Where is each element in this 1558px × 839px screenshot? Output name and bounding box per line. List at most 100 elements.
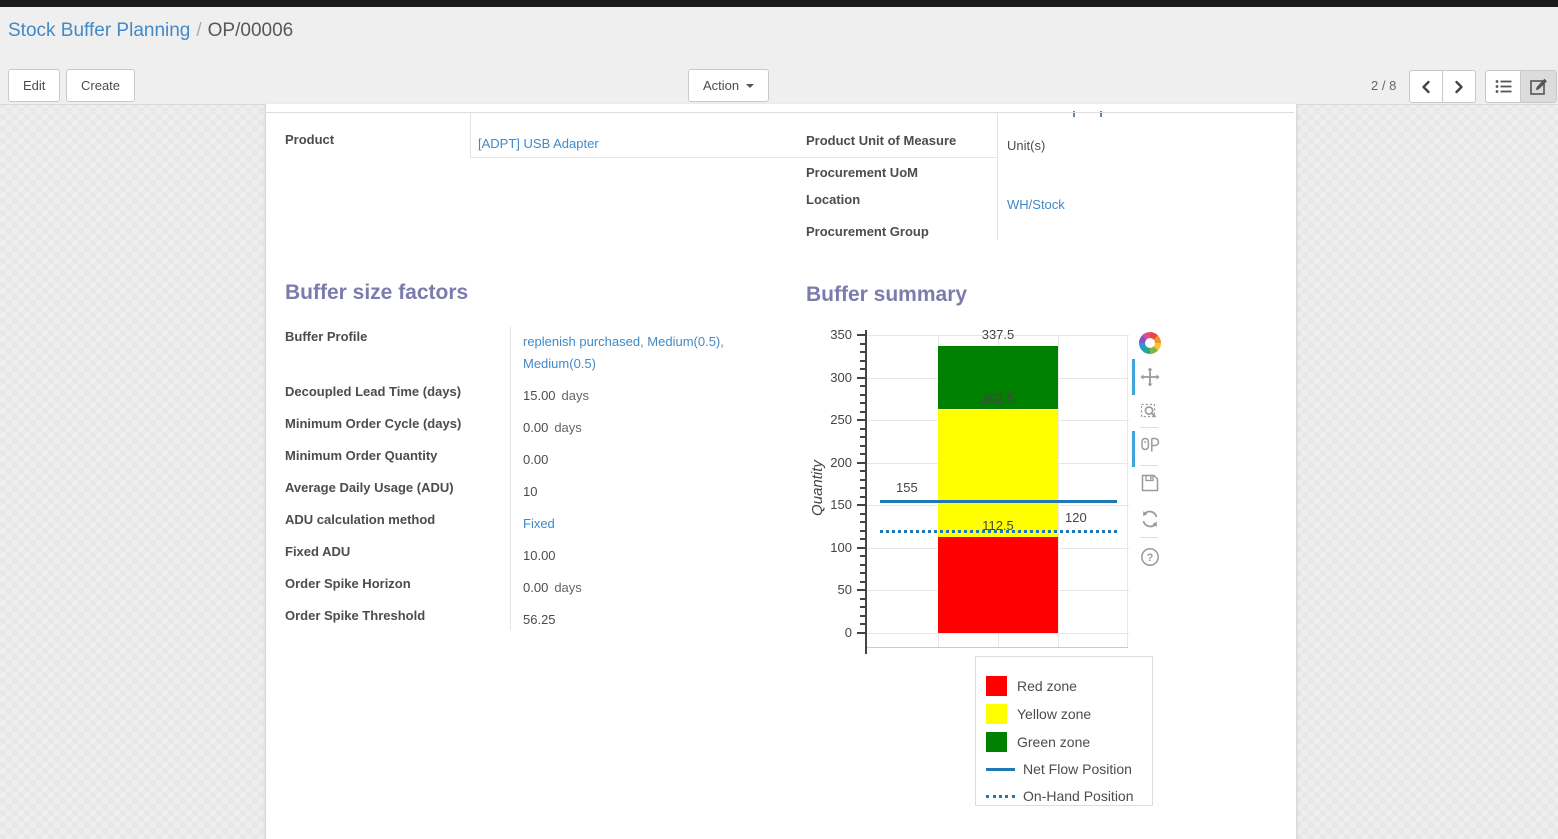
pager-nav-group [1409,70,1476,103]
y-axis-line [865,330,867,654]
line-value-label: 120 [1065,510,1087,525]
days-suffix: days [554,420,581,435]
compare-on-hover-icon[interactable] [1138,433,1162,457]
action-label: Action [703,78,739,93]
legend-item[interactable]: Yellow zone [986,703,1091,725]
y-tick-minor [860,411,865,413]
product-value-link[interactable]: [ADPT] USB Adapter [478,133,599,155]
order-spike-horizon-value: 0.00days [523,577,582,599]
adu-value: 10 [523,481,537,503]
legend-item[interactable]: Net Flow Position [986,758,1132,780]
zone-boundary-label: 337.5 [968,327,1028,342]
order-spike-threshold-value: 56.25 [523,609,556,631]
y-tick-minor [860,615,865,617]
adu-label: Average Daily Usage (ADU) [285,480,454,495]
y-tick-label: 0 [820,625,852,640]
app-root: Stock Buffer Planning/OP/00006 Edit Crea… [0,0,1558,839]
buffer-profile-label: Buffer Profile [285,329,367,344]
y-tick-minor [860,487,865,489]
y-tick-major [857,589,865,591]
fixed-adu-value: 10.00 [523,545,556,567]
y-tick-minor [860,496,865,498]
y-tick-major [857,419,865,421]
buffer-summary-chart: 050100150200250300350112.5262.5337.51551… [820,328,1168,658]
y-tick-major [857,462,865,464]
days-suffix: days [554,580,581,595]
adu-method-value-link[interactable]: Fixed [523,513,555,535]
adu-method-label: ADU calculation method [285,512,435,527]
y-tick-minor [860,445,865,447]
breadcrumb: Stock Buffer Planning/OP/00006 [8,20,293,42]
legend-label: Net Flow Position [1023,761,1132,777]
fixed-adu-label: Fixed ADU [285,544,350,559]
y-tick-minor [860,598,865,600]
y-tick-minor [860,360,865,362]
y-tick-minor [860,368,865,370]
y-tick-label: 50 [820,582,852,597]
create-button[interactable]: Create [66,69,135,102]
y-tick-major [857,377,865,379]
y-tick-minor [860,343,865,345]
y-tick-minor [860,555,865,557]
chart-legend: Red zone Yellow zone Green zone Net Flow Po… [975,656,1153,806]
plotly-logo-icon[interactable] [1138,331,1162,355]
action-dropdown-button[interactable]: Action [688,69,769,102]
x-gridline [1058,335,1059,647]
table-row-border [470,157,997,158]
form-view-button[interactable] [1520,70,1557,103]
legend-item[interactable]: On-Hand Position [986,785,1134,807]
product-uom-label: Product Unit of Measure [806,133,956,148]
modebar-active-indicator [1132,359,1135,395]
buffer-size-factors-title: Buffer size factors [285,281,468,305]
y-tick-minor [860,394,865,396]
red-zone [938,537,1058,633]
breadcrumb-current: OP/00006 [208,20,294,41]
pager-counter: 2 / 8 [1371,78,1396,93]
help-icon[interactable]: ? [1138,545,1162,569]
save-image-icon[interactable] [1138,471,1162,495]
legend-swatch [986,732,1007,752]
svg-text:?: ? [1147,552,1154,564]
y-tick-major [857,334,865,336]
y-tick-minor [860,572,865,574]
y-tick-minor [860,453,865,455]
x-gridline [1127,335,1128,647]
y-tick-minor [860,581,865,583]
order-spike-threshold-label: Order Spike Threshold [285,608,425,623]
legend-item[interactable]: Red zone [986,675,1077,697]
location-value-link[interactable]: WH/Stock [1007,194,1065,216]
chevron-right-icon [1452,79,1466,95]
buffer-profile-value-link[interactable]: replenish purchased, Medium(0.5), Medium… [523,331,775,375]
line-value-label: 155 [896,480,918,495]
legend-label: Yellow zone [1017,706,1091,722]
y-tick-minor [860,436,865,438]
edit-button[interactable]: Edit [8,69,60,102]
location-label: Location [806,192,860,207]
form-view-pencil-icon [1530,78,1548,95]
net-flow-line [880,500,1117,503]
min-order-qty-label: Minimum Order Quantity [285,448,437,463]
y-tick-major [857,547,865,549]
list-view-icon [1495,79,1512,94]
table-separator [470,112,471,158]
list-view-button[interactable] [1485,70,1521,103]
pan-icon[interactable] [1138,365,1162,389]
y-tick-minor [860,428,865,430]
pager-previous-button[interactable] [1409,70,1443,103]
legend-label: Green zone [1017,734,1090,750]
y-tick-minor [860,606,865,608]
decoupled-lead-time-label: Decoupled Lead Time (days) [285,384,461,399]
reset-axes-icon[interactable] [1138,507,1162,531]
chart-modebar: ? [1132,331,1168,581]
y-tick-minor [860,351,865,353]
box-zoom-icon[interactable] [1138,399,1162,423]
pager-next-button[interactable] [1442,70,1476,103]
min-order-cycle-value: 0.00days [523,417,582,439]
breadcrumb-parent-link[interactable]: Stock Buffer Planning [8,20,190,41]
legend-item[interactable]: Green zone [986,731,1090,753]
factors-separator [510,327,511,630]
procurement-uom-label: Procurement UoM [806,165,918,180]
y-tick-minor [860,538,865,540]
procurement-group-label: Procurement Group [806,224,929,239]
y-tick-minor [860,402,865,404]
